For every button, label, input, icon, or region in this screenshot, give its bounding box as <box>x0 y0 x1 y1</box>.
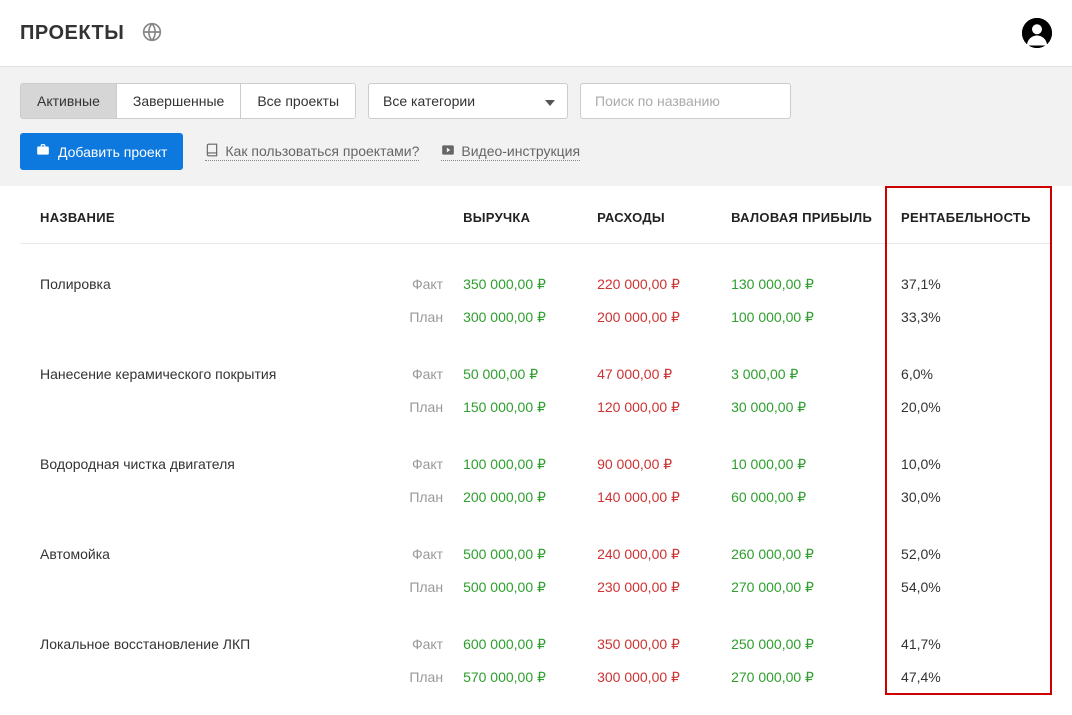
row-label-fact: Факт <box>391 514 453 571</box>
page-title: ПРОЕКТЫ <box>20 22 124 45</box>
profitability-fact: 6,0% <box>886 334 1051 391</box>
tab-active[interactable]: Активные <box>21 84 117 118</box>
gross-plan: 30 000,00 ₽ <box>721 391 886 424</box>
category-label: Все категории <box>383 93 475 109</box>
project-name[interactable]: Локальное восстановление ЛКП <box>20 604 391 694</box>
expenses-plan: 200 000,00 ₽ <box>587 301 721 334</box>
revenue-plan: 300 000,00 ₽ <box>453 301 587 334</box>
revenue-fact: 100 000,00 ₽ <box>453 424 587 481</box>
expenses-plan: 120 000,00 ₽ <box>587 391 721 424</box>
expenses-plan: 230 000,00 ₽ <box>587 571 721 604</box>
row-label-plan: План <box>391 661 453 694</box>
gross-fact: 10 000,00 ₽ <box>721 424 886 481</box>
tab-completed[interactable]: Завершенные <box>117 84 241 118</box>
table-row: Локальное восстановление ЛКПФакт600 000,… <box>20 604 1051 661</box>
col-header-profitability: РЕНТАБЕЛЬНОСТЬ <box>886 187 1051 244</box>
col-header-revenue: ВЫРУЧКА <box>453 187 587 244</box>
expenses-fact: 90 000,00 ₽ <box>587 424 721 481</box>
table-row: Нанесение керамического покрытияФакт50 0… <box>20 334 1051 391</box>
profitability-fact: 52,0% <box>886 514 1051 571</box>
col-header-expenses: РАСХОДЫ <box>587 187 721 244</box>
revenue-plan: 500 000,00 ₽ <box>453 571 587 604</box>
row-label-plan: План <box>391 571 453 604</box>
expenses-plan: 300 000,00 ₽ <box>587 661 721 694</box>
search-input[interactable] <box>580 83 791 119</box>
table-row: Водородная чистка двигателяФакт100 000,0… <box>20 424 1051 481</box>
profitability-plan: 47,4% <box>886 661 1051 694</box>
gross-plan: 270 000,00 ₽ <box>721 571 886 604</box>
profitability-plan: 54,0% <box>886 571 1051 604</box>
gross-fact: 3 000,00 ₽ <box>721 334 886 391</box>
project-name[interactable]: Водородная чистка двигателя <box>20 424 391 514</box>
gross-plan: 60 000,00 ₽ <box>721 481 886 514</box>
row-label-plan: План <box>391 481 453 514</box>
expenses-fact: 220 000,00 ₽ <box>587 244 721 302</box>
add-project-button[interactable]: Добавить проект <box>20 133 183 170</box>
avatar[interactable] <box>1022 18 1052 48</box>
row-label-fact: Факт <box>391 244 453 302</box>
revenue-plan: 150 000,00 ₽ <box>453 391 587 424</box>
row-label-fact: Факт <box>391 604 453 661</box>
howto-link[interactable]: Как пользоваться проектами? <box>205 143 419 161</box>
revenue-fact: 600 000,00 ₽ <box>453 604 587 661</box>
toolbar: Активные Завершенные Все проекты Все кат… <box>0 67 1072 186</box>
revenue-fact: 50 000,00 ₽ <box>453 334 587 391</box>
row-label-plan: План <box>391 391 453 424</box>
table-row: ПолировкаФакт350 000,00 ₽220 000,00 ₽130… <box>20 244 1051 302</box>
add-project-label: Добавить проект <box>58 144 167 160</box>
revenue-plan: 200 000,00 ₽ <box>453 481 587 514</box>
projects-table: НАЗВАНИЕ ВЫРУЧКА РАСХОДЫ ВАЛОВАЯ ПРИБЫЛЬ… <box>20 186 1052 695</box>
gross-fact: 130 000,00 ₽ <box>721 244 886 302</box>
gross-fact: 260 000,00 ₽ <box>721 514 886 571</box>
table-row: АвтомойкаФакт500 000,00 ₽240 000,00 ₽260… <box>20 514 1051 571</box>
profitability-fact: 10,0% <box>886 424 1051 481</box>
profitability-fact: 41,7% <box>886 604 1051 661</box>
video-icon <box>441 143 455 160</box>
expenses-fact: 240 000,00 ₽ <box>587 514 721 571</box>
globe-icon[interactable] <box>142 22 162 45</box>
gross-plan: 100 000,00 ₽ <box>721 301 886 334</box>
profitability-plan: 33,3% <box>886 301 1051 334</box>
revenue-fact: 350 000,00 ₽ <box>453 244 587 302</box>
profitability-plan: 30,0% <box>886 481 1051 514</box>
tab-all[interactable]: Все проекты <box>241 84 355 118</box>
revenue-fact: 500 000,00 ₽ <box>453 514 587 571</box>
row-label-fact: Факт <box>391 334 453 391</box>
expenses-fact: 47 000,00 ₽ <box>587 334 721 391</box>
row-label-plan: План <box>391 301 453 334</box>
video-link[interactable]: Видео-инструкция <box>441 143 580 161</box>
category-dropdown[interactable]: Все категории <box>368 83 568 119</box>
caret-down-icon <box>545 93 555 109</box>
col-header-gross: ВАЛОВАЯ ПРИБЫЛЬ <box>721 187 886 244</box>
expenses-plan: 140 000,00 ₽ <box>587 481 721 514</box>
gross-plan: 270 000,00 ₽ <box>721 661 886 694</box>
col-header-name: НАЗВАНИЕ <box>20 187 453 244</box>
gross-fact: 250 000,00 ₽ <box>721 604 886 661</box>
profitability-fact: 37,1% <box>886 244 1051 302</box>
project-name[interactable]: Полировка <box>20 244 391 335</box>
top-header: ПРОЕКТЫ <box>0 0 1072 67</box>
revenue-plan: 570 000,00 ₽ <box>453 661 587 694</box>
project-name[interactable]: Нанесение керамического покрытия <box>20 334 391 424</box>
status-tabs: Активные Завершенные Все проекты <box>20 83 356 119</box>
profitability-plan: 20,0% <box>886 391 1051 424</box>
project-name[interactable]: Автомойка <box>20 514 391 604</box>
row-label-fact: Факт <box>391 424 453 481</box>
briefcase-icon <box>36 143 50 160</box>
expenses-fact: 350 000,00 ₽ <box>587 604 721 661</box>
book-icon <box>205 143 219 160</box>
